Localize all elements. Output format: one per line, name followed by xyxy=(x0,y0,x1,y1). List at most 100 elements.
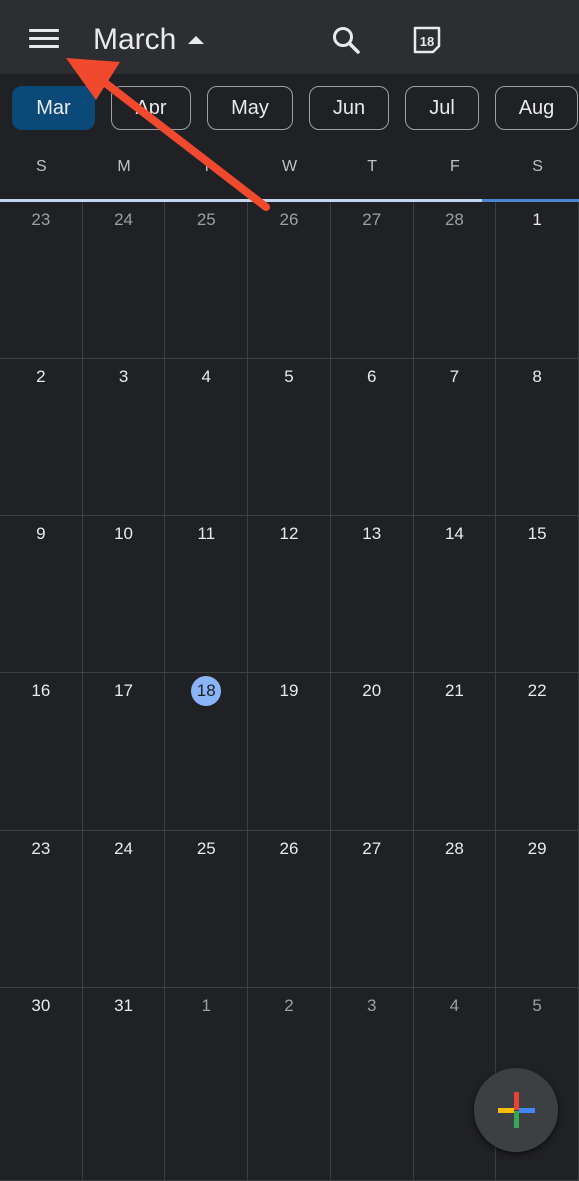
day-cell[interactable]: 20 xyxy=(330,673,414,831)
day-number: 16 xyxy=(31,681,51,701)
month-chip-apr[interactable]: Apr xyxy=(111,86,191,130)
day-cell[interactable]: 6 xyxy=(330,359,414,517)
weekday-header-row: SMTWTFS xyxy=(0,158,579,188)
day-cell[interactable]: 8 xyxy=(496,359,579,517)
weekday-label: M xyxy=(117,158,131,175)
day-number: 17 xyxy=(114,681,134,701)
menu-icon-bar xyxy=(29,37,59,40)
weekday-label: T xyxy=(367,158,378,175)
day-cell[interactable]: 30 xyxy=(0,987,83,1181)
day-number: 9 xyxy=(36,524,46,544)
today-badge: 18 xyxy=(420,34,434,49)
day-number: 6 xyxy=(366,367,377,387)
month-chip-jul[interactable]: Jul xyxy=(405,86,479,130)
day-number: 13 xyxy=(362,524,382,544)
today-circle: 18 xyxy=(191,676,222,707)
day-number: 10 xyxy=(114,524,134,544)
day-number: 30 xyxy=(31,995,51,1015)
day-cell[interactable]: 10 xyxy=(82,516,166,674)
day-cell[interactable]: 24 xyxy=(82,830,166,988)
month-title-dropdown[interactable]: March xyxy=(93,22,205,58)
day-number: 31 xyxy=(114,995,134,1015)
month-chip-jun[interactable]: Jun xyxy=(309,86,389,130)
day-cell[interactable]: 26 xyxy=(248,202,331,360)
menu-icon-bar xyxy=(29,29,59,32)
day-cell[interactable]: 4 xyxy=(165,359,249,517)
day-cell[interactable]: 26 xyxy=(248,830,331,988)
day-cell[interactable]: 11 xyxy=(165,516,249,674)
weekday-label: T xyxy=(201,158,212,175)
app-bar: March 18 xyxy=(0,0,579,74)
day-cell[interactable]: 28 xyxy=(413,830,497,988)
today-day-number: 18 xyxy=(165,676,247,707)
day-cell[interactable]: 17 xyxy=(82,673,166,831)
day-cell[interactable]: 21 xyxy=(413,673,497,831)
day-number: 1 xyxy=(201,995,211,1015)
day-number: 26 xyxy=(279,210,299,229)
day-number: 8 xyxy=(532,367,542,387)
day-number: 2 xyxy=(284,995,294,1015)
day-cell[interactable]: 19 xyxy=(248,673,331,831)
day-cell[interactable]: 18 xyxy=(165,673,249,831)
create-event-button[interactable] xyxy=(474,1068,558,1152)
day-number: 28 xyxy=(444,838,464,858)
month-chip-aug[interactable]: Aug xyxy=(495,86,578,130)
weekday-label: F xyxy=(450,158,460,175)
day-number: 21 xyxy=(444,681,464,701)
day-cell[interactable]: 3 xyxy=(82,359,166,517)
menu-icon-bar xyxy=(29,45,59,48)
day-cell[interactable]: 1 xyxy=(496,202,579,360)
caret-up-icon xyxy=(188,36,205,44)
day-cell[interactable]: 12 xyxy=(248,516,331,674)
day-number: 1 xyxy=(532,210,542,229)
day-number: 23 xyxy=(31,838,51,858)
menu-icon[interactable] xyxy=(29,29,59,51)
weekday-label: S xyxy=(36,158,47,175)
day-number: 5 xyxy=(532,995,542,1015)
day-cell[interactable]: 9 xyxy=(0,516,83,674)
month-chip-row: Mar Apr May Jun Jul Aug xyxy=(0,74,579,146)
day-cell[interactable]: 29 xyxy=(496,830,579,988)
day-number: 11 xyxy=(197,524,216,544)
day-cell[interactable]: 7 xyxy=(413,359,497,517)
day-cell[interactable]: 13 xyxy=(330,516,414,674)
day-cell[interactable]: 2 xyxy=(0,359,83,517)
day-cell[interactable]: 23 xyxy=(0,830,83,988)
today-calendar-icon[interactable]: 18 xyxy=(411,24,443,56)
day-number: 12 xyxy=(279,524,299,544)
month-chip-may[interactable]: May xyxy=(207,86,293,130)
day-number: 14 xyxy=(444,524,464,544)
day-number: 15 xyxy=(527,524,547,544)
day-cell[interactable]: 25 xyxy=(165,830,249,988)
day-cell[interactable]: 3 xyxy=(330,987,414,1181)
day-cell[interactable]: 27 xyxy=(330,830,414,988)
search-icon-graphic xyxy=(333,27,360,54)
day-number: 23 xyxy=(31,210,51,229)
day-cell[interactable]: 1 xyxy=(165,987,249,1181)
day-number: 22 xyxy=(527,681,547,701)
day-cell[interactable]: 25 xyxy=(165,202,249,360)
day-cell[interactable]: 16 xyxy=(0,673,83,831)
day-number: 3 xyxy=(366,995,377,1015)
day-cell[interactable]: 14 xyxy=(413,516,497,674)
plus-multicolor-icon xyxy=(498,1092,535,1128)
day-number: 20 xyxy=(362,681,382,701)
search-icon[interactable] xyxy=(330,24,362,56)
day-cell[interactable]: 31 xyxy=(82,987,166,1181)
day-cell[interactable]: 22 xyxy=(496,673,579,831)
day-cell[interactable]: 5 xyxy=(248,359,331,517)
day-number: 24 xyxy=(114,838,134,858)
day-cell[interactable]: 2 xyxy=(248,987,331,1181)
day-cell[interactable]: 24 xyxy=(82,202,166,360)
day-number: 27 xyxy=(362,838,382,858)
day-number: 4 xyxy=(201,367,211,387)
month-chip-mar[interactable]: Mar xyxy=(12,86,95,130)
weekday-label: W xyxy=(281,158,298,175)
day-number: 4 xyxy=(449,995,460,1015)
today-calendar-icon-graphic: 18 xyxy=(413,26,441,54)
day-number: 27 xyxy=(362,210,382,229)
day-cell[interactable]: 28 xyxy=(413,202,497,360)
day-cell[interactable]: 15 xyxy=(496,516,579,674)
day-cell[interactable]: 23 xyxy=(0,202,83,360)
day-cell[interactable]: 27 xyxy=(330,202,414,360)
